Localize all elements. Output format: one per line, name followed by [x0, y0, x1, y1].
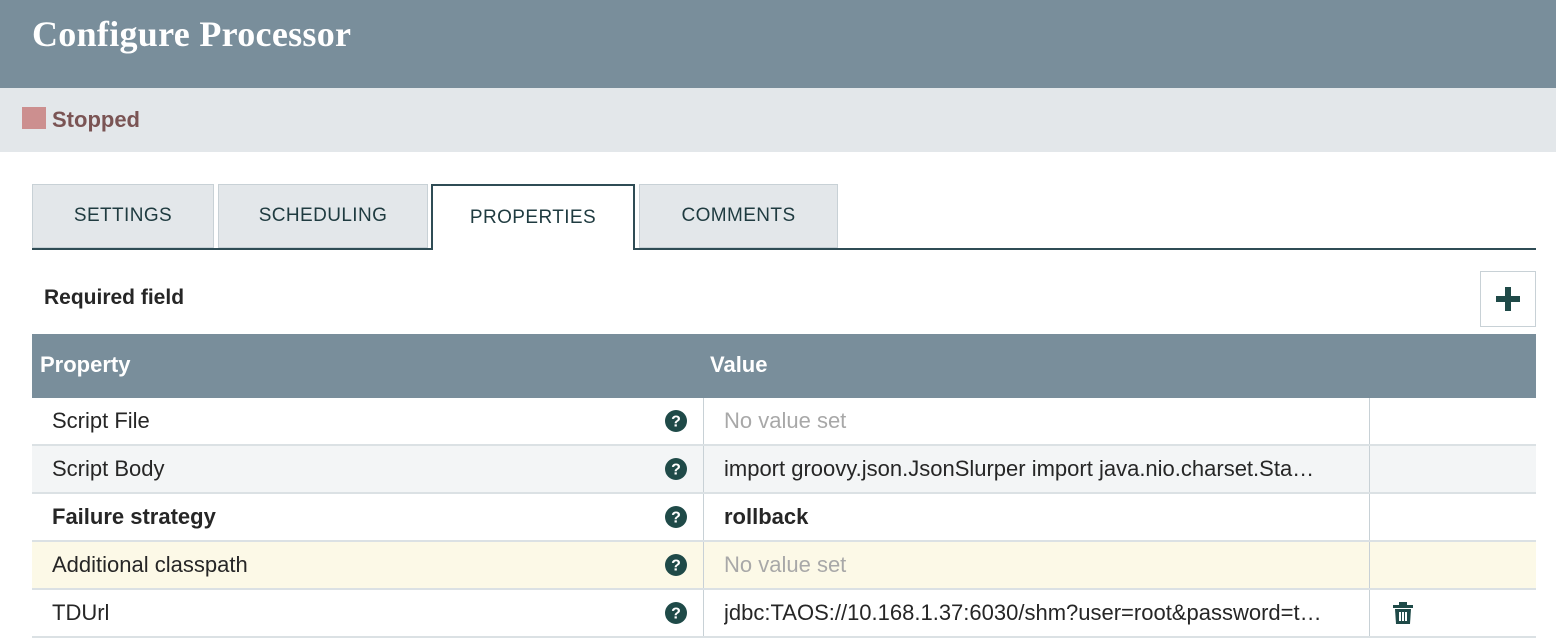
property-name: Script File — [52, 408, 150, 433]
trash-icon[interactable] — [1392, 601, 1414, 625]
action-cell — [1370, 542, 1536, 588]
tab-underline — [32, 248, 1536, 250]
table-row[interactable]: Script File ? No value set — [32, 398, 1536, 446]
status-label: Stopped — [52, 107, 140, 132]
property-value: import groovy.json.JsonSlurper import ja… — [724, 456, 1315, 481]
property-value: rollback — [724, 504, 809, 529]
property-name: TDUrl — [52, 600, 110, 625]
value-cell[interactable]: No value set — [703, 398, 1370, 444]
table-row[interactable]: Failure strategy ? rollback — [32, 494, 1536, 542]
help-icon[interactable]: ? — [664, 409, 688, 433]
dialog-title: Configure Processor — [32, 14, 352, 54]
properties-table: Property Value Script File ? No value se… — [32, 334, 1536, 638]
svg-text:?: ? — [671, 414, 681, 431]
property-value: jdbc:TAOS://10.168.1.37:6030/shm?user=ro… — [724, 600, 1322, 625]
property-name: Script Body — [52, 456, 165, 481]
plus-icon — [1496, 287, 1520, 311]
help-icon[interactable]: ? — [664, 505, 688, 529]
table-row[interactable]: TDUrl ? jdbc:TAOS://10.168.1.37:6030/shm… — [32, 590, 1536, 638]
tab-comments[interactable]: COMMENTS — [639, 184, 838, 248]
status-bar: Stopped — [0, 88, 1556, 152]
svg-text:?: ? — [671, 462, 681, 479]
action-cell — [1370, 494, 1536, 540]
stopped-status-icon — [22, 107, 46, 129]
table-row[interactable]: Script Body ? import groovy.json.JsonSlu… — [32, 446, 1536, 494]
svg-text:?: ? — [671, 558, 681, 575]
action-cell — [1370, 446, 1536, 492]
svg-text:?: ? — [671, 510, 681, 527]
help-icon[interactable]: ? — [664, 601, 688, 625]
property-name: Failure strategy — [52, 504, 216, 529]
value-cell[interactable]: rollback — [703, 494, 1370, 540]
column-header-property[interactable]: Property — [40, 352, 130, 378]
action-cell — [1370, 398, 1536, 444]
tab-bar: SETTINGS SCHEDULING PROPERTIES COMMENTS — [32, 184, 1536, 250]
column-header-value[interactable]: Value — [710, 352, 767, 378]
tab-scheduling[interactable]: SCHEDULING — [218, 184, 428, 248]
tab-properties[interactable]: PROPERTIES — [431, 184, 635, 250]
required-field-label: Required field — [44, 286, 185, 309]
table-header: Property Value — [32, 334, 1536, 398]
action-cell — [1370, 590, 1536, 636]
value-cell[interactable]: No value set — [703, 542, 1370, 588]
svg-text:?: ? — [671, 606, 681, 623]
help-icon[interactable]: ? — [664, 553, 688, 577]
value-cell[interactable]: jdbc:TAOS://10.168.1.37:6030/shm?user=ro… — [703, 590, 1370, 636]
table-row[interactable]: Additional classpath ? No value set — [32, 542, 1536, 590]
dialog-header: Configure Processor — [0, 0, 1556, 88]
tab-settings[interactable]: SETTINGS — [32, 184, 214, 248]
property-value: No value set — [724, 552, 847, 577]
add-property-button[interactable] — [1480, 271, 1536, 327]
help-icon[interactable]: ? — [664, 457, 688, 481]
property-name: Additional classpath — [52, 552, 248, 577]
value-cell[interactable]: import groovy.json.JsonSlurper import ja… — [703, 446, 1370, 492]
property-value: No value set — [724, 408, 847, 433]
